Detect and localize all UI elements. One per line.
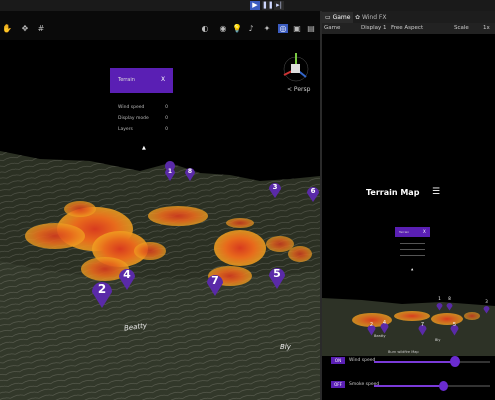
game-place-label: Bly (435, 338, 441, 342)
game-pin[interactable]: 2 (367, 321, 376, 336)
editor-top-toolbar: ▶ ❚❚ ▸| (0, 0, 495, 11)
tab-game[interactable]: ▭ Game (322, 12, 354, 23)
menu-title: Terrain (118, 77, 135, 83)
aspect-select[interactable]: Free Aspect (391, 23, 423, 34)
game-pin[interactable]: 4 (380, 319, 389, 334)
game-view[interactable]: ▭ Game ✿ Wind FX Game Display 1 Free Asp… (322, 11, 495, 400)
pin-label: 8 (187, 168, 193, 175)
menu-row[interactable]: Layers 0 (118, 127, 168, 132)
game-tabs: ▭ Game ✿ Wind FX (322, 11, 495, 23)
game-menu-close[interactable]: X (423, 229, 426, 234)
game-menu-row[interactable] (400, 249, 425, 250)
menu-row-label: Wind speed (118, 105, 145, 110)
game-menu-row[interactable] (400, 243, 425, 244)
menu-close-button[interactable]: X (161, 76, 165, 83)
pause-button[interactable]: ❚❚ (262, 1, 274, 10)
pin-label: 3 (272, 183, 278, 191)
map-pin[interactable]: 5 (267, 263, 287, 290)
game-pin[interactable]: 8 (446, 296, 453, 311)
map-pin[interactable]: 8 (184, 166, 196, 182)
smoke-speed-fill (374, 385, 444, 387)
game-mode-select[interactable]: Game (324, 23, 340, 34)
pin-label: 7 (211, 274, 219, 287)
orientation-gizmo (283, 53, 309, 82)
place-label: Bly (280, 343, 291, 351)
game-title: Terrain Map (366, 188, 420, 197)
wind-speed-fill (374, 361, 456, 363)
map-pin[interactable]: 7 (205, 270, 225, 297)
menu-row-value: 0 (165, 127, 168, 132)
map-pin[interactable]: 4 (117, 264, 137, 291)
game-pin[interactable]: 3 (483, 299, 490, 314)
map-pin[interactable]: 2 (90, 277, 114, 309)
menu-row-value: 0 (165, 105, 168, 110)
pin-label: 6 (310, 187, 316, 195)
map-pin[interactable]: 1 (164, 166, 176, 182)
game-pin[interactable]: 5 (450, 321, 459, 336)
pin-label: 5 (273, 267, 281, 280)
scene-view[interactable]: ✋ ✥ # ◐ ◉ 💡 ♪ ✦ ◎ ▣ ▤ 1 8 3 6 2 4 7 5 Be… (0, 11, 320, 400)
menu-row-label: Layers (118, 127, 133, 132)
game-control-bar: Game Display 1 Free Aspect Scale 1x (322, 23, 495, 34)
game-banner: Burn wildfire Map (388, 350, 419, 354)
menu-row-label: Display mode (118, 116, 149, 121)
game-pin[interactable]: 7 (418, 321, 427, 336)
game-caret-icon: ▲ (411, 267, 414, 271)
wind-toggle[interactable]: ON (331, 357, 345, 364)
game-pin[interactable]: 1 (436, 296, 443, 311)
menu-header: Terrain X (110, 68, 173, 93)
cursor-caret-icon: ▲ (142, 145, 146, 151)
pin-label: 4 (123, 268, 131, 281)
game-terrain (322, 298, 495, 356)
pin-label: 2 (97, 282, 107, 296)
tab-wind-fx[interactable]: ✿ Wind FX (352, 12, 390, 23)
play-button[interactable]: ▶ (250, 1, 260, 10)
game-menu-title: Terrain (399, 230, 410, 234)
wind-speed-label: Wind speed (349, 358, 376, 363)
menu-row[interactable]: Display mode 0 (118, 116, 168, 121)
perspective-label[interactable]: < Persp (287, 86, 310, 93)
smoke-speed-knob[interactable] (439, 381, 449, 391)
step-button[interactable]: ▸| (274, 1, 284, 10)
map-pin[interactable]: 3 (268, 181, 282, 199)
hamburger-menu-icon[interactable]: ☰ (432, 187, 440, 197)
game-menu-row[interactable] (400, 255, 425, 256)
menu-row-value: 0 (165, 116, 168, 121)
wind-speed-knob[interactable] (450, 356, 461, 367)
display-select[interactable]: Display 1 (361, 23, 387, 34)
menu-row[interactable]: Wind speed 0 (118, 105, 168, 110)
terrain-menu-panel: Terrain X Wind speed 0 Display mode 0 La… (110, 68, 173, 138)
game-menu-header: Terrain X (395, 227, 430, 237)
scale-label: Scale (454, 25, 469, 31)
map-pin[interactable]: 6 (306, 185, 320, 203)
smoke-toggle[interactable]: OFF (331, 381, 345, 388)
scale-value: 1x (483, 25, 490, 31)
game-place-label: Beatty (374, 334, 386, 338)
pin-label: 1 (167, 168, 173, 175)
